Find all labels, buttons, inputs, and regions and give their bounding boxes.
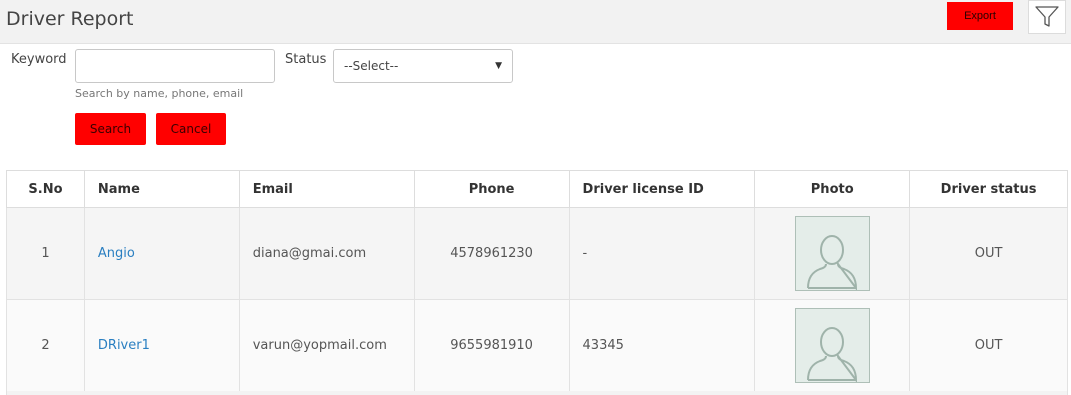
- column-header-email: Email: [238, 170, 415, 208]
- table-row: 2 DRiver1 varun@yopmail.com 9655981910 4…: [6, 299, 1068, 392]
- cell-driver-status: OUT: [909, 299, 1068, 392]
- cell-sno: 1: [6, 207, 85, 300]
- user-avatar-placeholder-icon: [807, 327, 858, 382]
- column-header-license: Driver license ID: [568, 170, 756, 208]
- column-header-name: Name: [83, 170, 240, 208]
- cell-email: varun@yopmail.com: [238, 299, 415, 392]
- driver-photo: [794, 308, 870, 383]
- cell-license: 43345: [568, 299, 756, 392]
- table-row: 1 Angio diana@gmai.com 4578961230 - OUT: [6, 207, 1068, 300]
- column-header-sno: S.No: [6, 170, 85, 208]
- table-row-partial: [6, 391, 1068, 395]
- cell-phone: 4578961230: [413, 207, 570, 300]
- cancel-button[interactable]: Cancel: [156, 113, 226, 145]
- column-header-phone: Phone: [413, 170, 570, 208]
- filter-toggle-button[interactable]: [1028, 0, 1066, 34]
- export-button[interactable]: Export: [947, 2, 1013, 30]
- column-header-photo: Photo: [754, 170, 911, 208]
- driver-photo: [794, 216, 870, 291]
- cell-photo: [754, 299, 911, 392]
- user-avatar-placeholder-icon: [807, 235, 858, 290]
- keyword-label: Keyword: [11, 52, 67, 67]
- column-header-status: Driver status: [909, 170, 1068, 208]
- top-bar: Driver Report Export: [0, 0, 1071, 44]
- status-select[interactable]: --Select-- ▼: [333, 49, 513, 83]
- filter-funnel-icon: [1035, 6, 1059, 27]
- keyword-input[interactable]: [75, 49, 275, 83]
- cell-phone: 9655981910: [413, 299, 570, 392]
- cell-license: -: [568, 207, 756, 300]
- driver-name-link[interactable]: Angio: [98, 246, 135, 261]
- cell-sno: 2: [6, 299, 85, 392]
- status-label: Status: [285, 52, 327, 67]
- cell-email: diana@gmai.com: [238, 207, 415, 300]
- driver-name-link[interactable]: DRiver1: [98, 338, 150, 353]
- driver-report-table: S.No Name Email Phone Driver license ID …: [6, 170, 1068, 392]
- status-selected-value: --Select--: [344, 59, 399, 73]
- cell-driver-status: OUT: [909, 207, 1068, 300]
- page-title: Driver Report: [6, 8, 134, 30]
- table-header-row: S.No Name Email Phone Driver license ID …: [6, 170, 1068, 208]
- keyword-hint: Search by name, phone, email: [75, 87, 244, 100]
- cell-photo: [754, 207, 911, 300]
- search-button[interactable]: Search: [75, 113, 146, 145]
- chevron-down-icon: ▼: [495, 61, 502, 71]
